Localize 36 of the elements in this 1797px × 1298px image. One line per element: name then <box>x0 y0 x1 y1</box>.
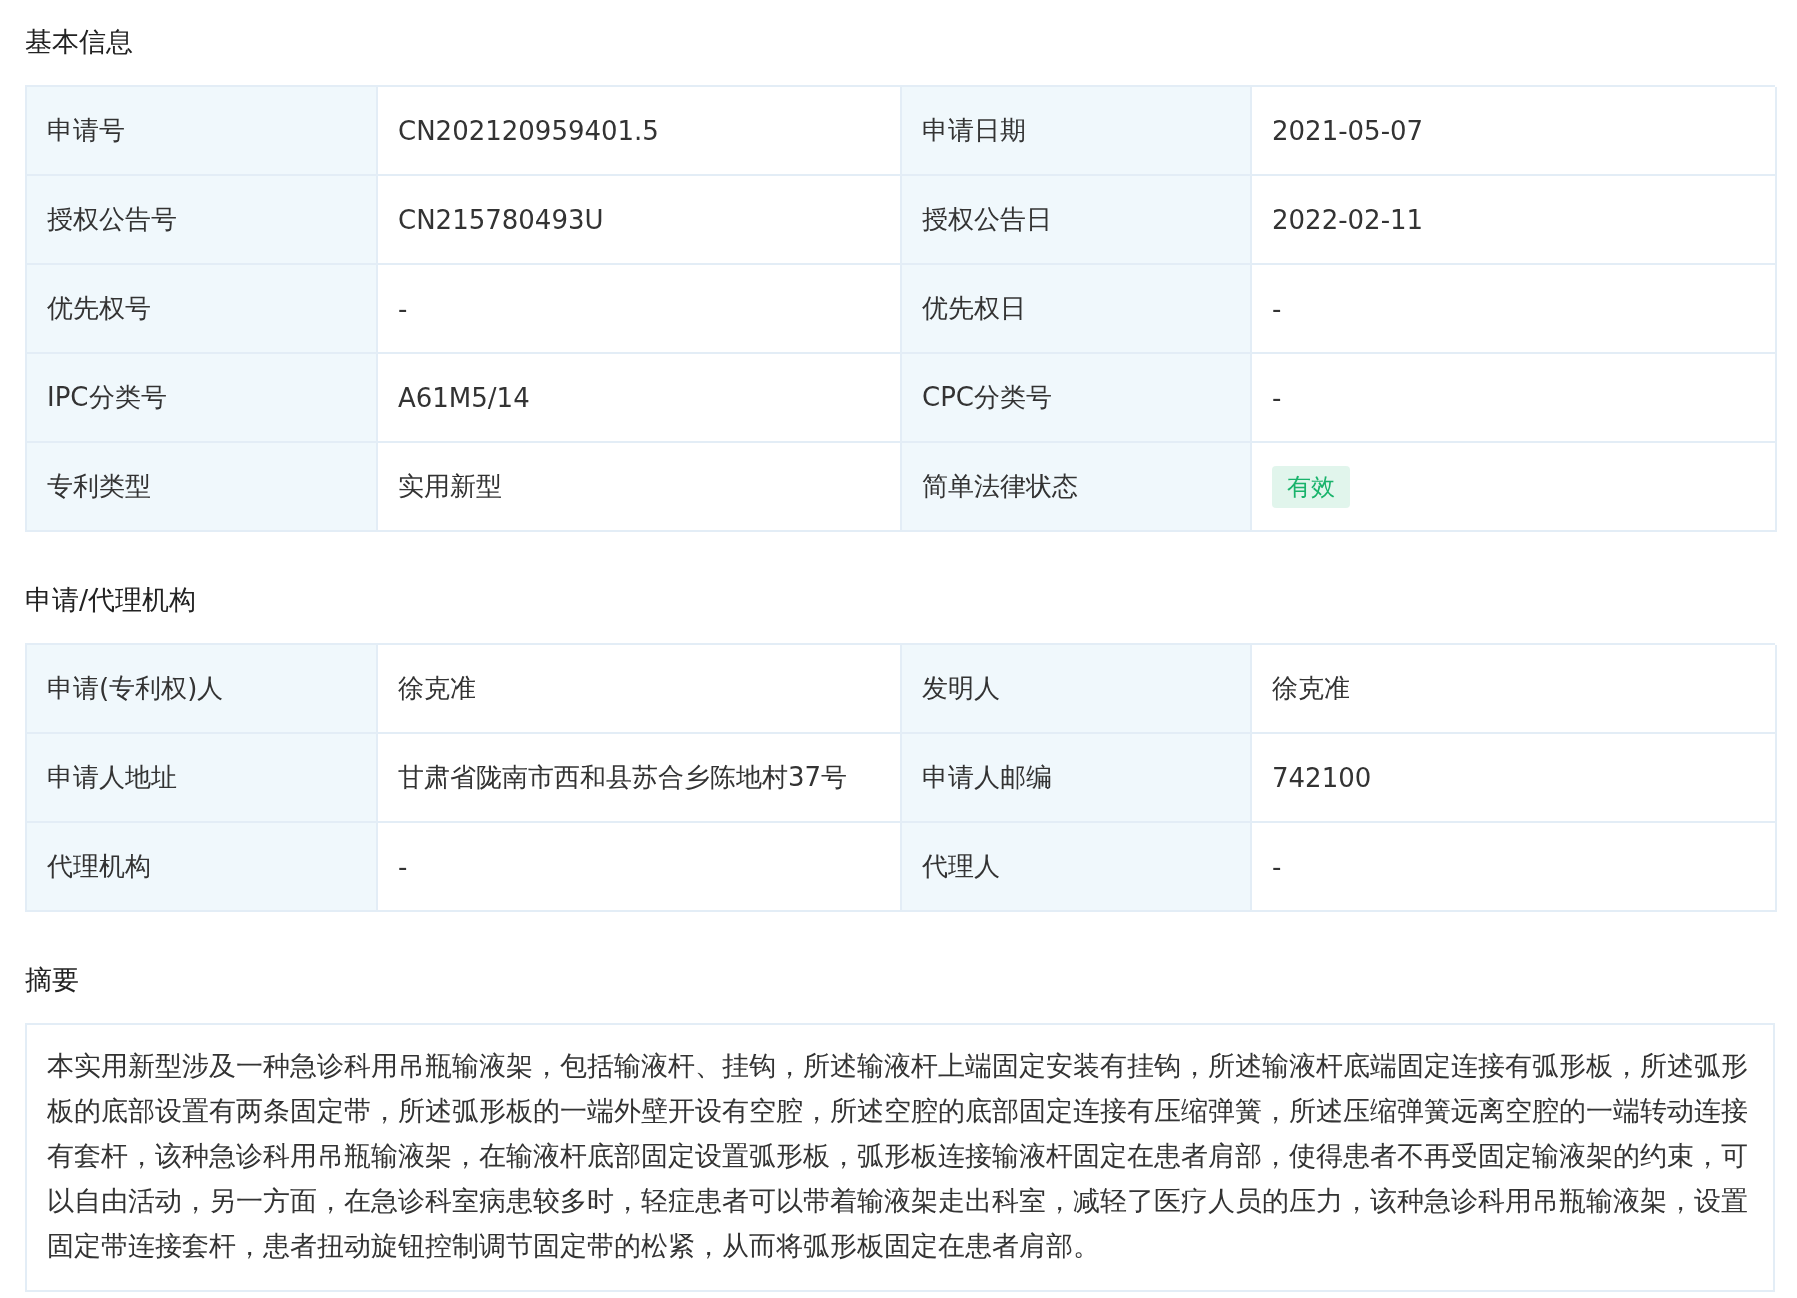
label-cell: IPC分类号 <box>27 354 378 443</box>
label-cell: 发明人 <box>902 645 1252 734</box>
value-text: - <box>1272 293 1282 324</box>
label-cell: 授权公告号 <box>27 176 378 265</box>
value-text: CN215780493U <box>398 204 604 235</box>
value-text: 2022-02-11 <box>1272 204 1424 235</box>
label-cell: CPC分类号 <box>902 354 1252 443</box>
label-cell: 授权公告日 <box>902 176 1252 265</box>
value-text: A61M5/14 <box>398 382 530 413</box>
value-text: - <box>1272 382 1282 413</box>
label-cell: 申请号 <box>27 87 378 176</box>
label-cell: 申请人地址 <box>27 734 378 823</box>
label-cell: 申请(专利权)人 <box>27 645 378 734</box>
label-cell: 申请日期 <box>902 87 1252 176</box>
status-badge: 有效 <box>1272 465 1350 508</box>
section-title: 申请/代理机构 <box>25 583 198 617</box>
label-cell: 代理机构 <box>27 823 378 912</box>
value-text: 甘肃省陇南市西和县苏合乡陈地村37号 <box>398 761 848 794</box>
value-text: CN202120959401.5 <box>398 115 659 146</box>
label-cell: 申请人邮编 <box>902 734 1252 823</box>
value-text: 实用新型 <box>398 470 502 503</box>
label-cell: 代理人 <box>902 823 1252 912</box>
value-text: 2021-05-07 <box>1272 115 1424 146</box>
value-text: 徐克准 <box>398 672 476 705</box>
label-cell: 优先权号 <box>27 265 378 354</box>
value-text: 742100 <box>1272 762 1372 793</box>
label-cell: 优先权日 <box>902 265 1252 354</box>
label-cell: 简单法律状态 <box>902 443 1252 532</box>
value-text: - <box>1272 851 1282 882</box>
section-title: 基本信息 <box>25 25 134 59</box>
abstract-text: 本实用新型涉及一种急诊科用吊瓶输液架，包括输液杆、挂钩，所述输液杆上端固定安装有挂钩，所述输液杆底端固定连接有弧形板，所述弧形板的底部设置有两条固定带，所述弧形板的一端外壁开设有空腔，所述空腔的底部固定连接有压缩弹簧，所述压缩弹簧远离空腔的一端转动连接有套杆，该种急诊科用吊瓶输液架，在输液杆底部固定设置弧形板，弧形板连接输液杆固定在患者肩部，使得患者不再受固定输液架的约束，可以自由活动，另一方面，在急诊科室病患较多时，轻症患者可以带着输液架走出科室，减轻了医疗人员的压力，该种急诊科用吊瓶输液架，设置固定带连接套杆，患者扭动旋钮控制调节固定带的松紧，从而将弧形板固定在患者肩部。 <box>47 1049 1749 1263</box>
section-title: 摘要 <box>25 963 80 997</box>
label-cell: 专利类型 <box>27 443 378 532</box>
value-text: 徐克准 <box>1272 672 1350 705</box>
value-text: - <box>398 293 408 324</box>
value-text: - <box>398 851 408 882</box>
